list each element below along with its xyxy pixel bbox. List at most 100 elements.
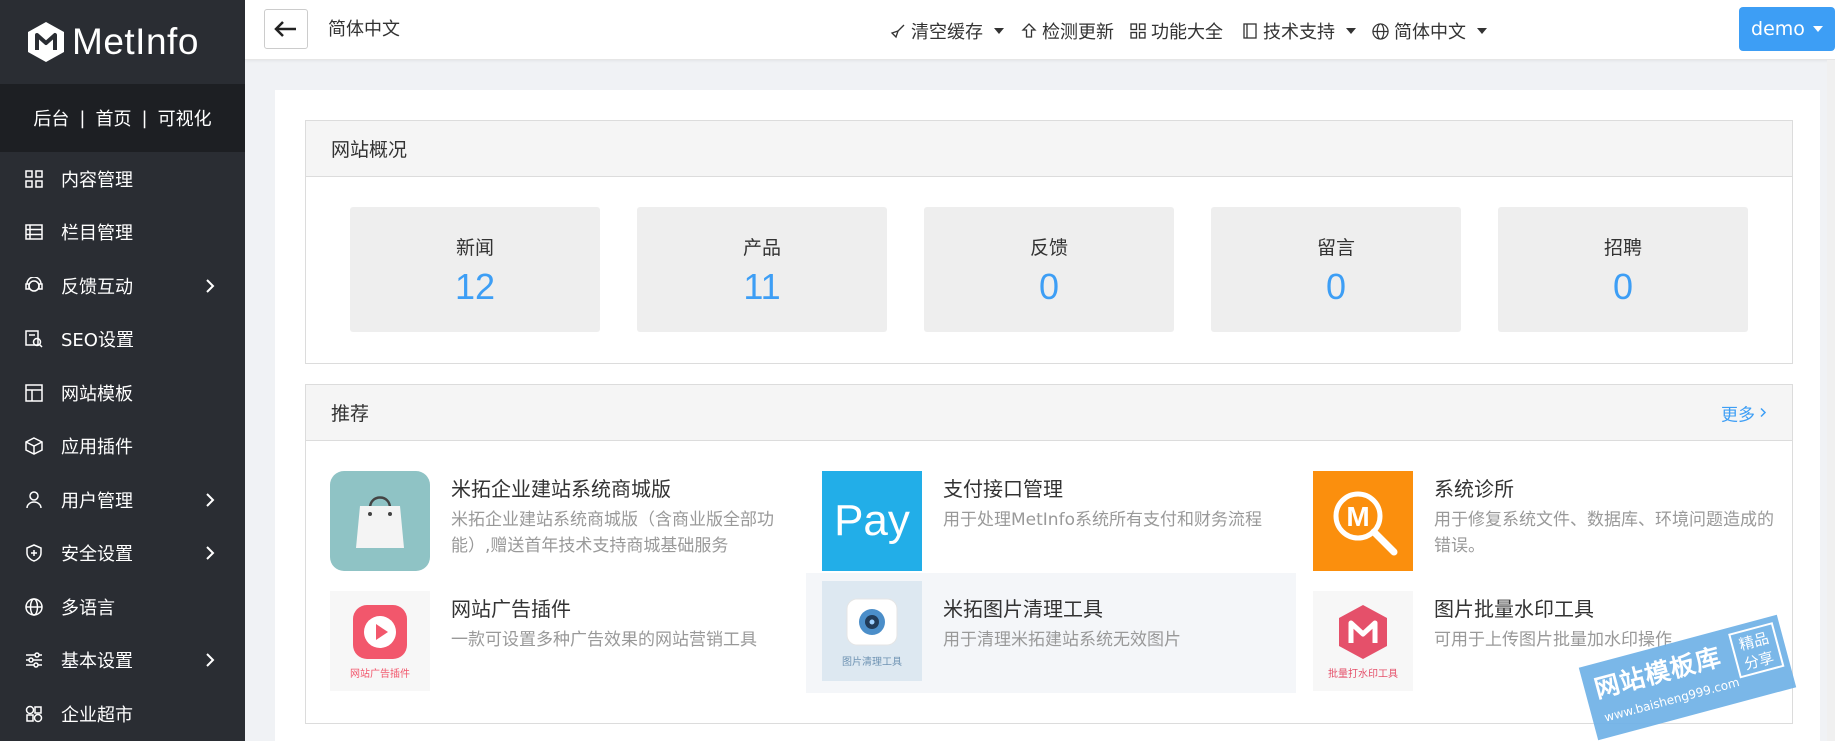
chevron-right-icon [1760, 407, 1767, 418]
sidebar-item-label: 内容管理 [61, 169, 133, 191]
recommend-grid: 米拓企业建站系统商城版 米拓企业建站系统商城版（含商业版全部功能）,赠送首年技术… [306, 441, 1792, 723]
user-menu-button[interactable]: demo [1739, 7, 1835, 51]
chevron-right-icon [206, 279, 215, 293]
sidebar-item-store[interactable]: 企业超市 [0, 687, 245, 741]
more-link[interactable]: 更多 [1721, 400, 1767, 425]
recommend-header: 推荐 更多 [306, 385, 1792, 441]
chevron-right-icon [206, 546, 215, 560]
watermark-tag: 精品 分享 [1728, 622, 1785, 679]
sidebar-item-plugins[interactable]: 应用插件 [0, 420, 245, 474]
arrow-left-icon [274, 21, 296, 37]
camera-icon: 图片清理工具 [822, 581, 922, 681]
grid-icon [24, 169, 44, 189]
icon-caption: 图片清理工具 [842, 656, 902, 668]
recommend-title: 系统诊所 [1434, 477, 1514, 501]
separator: | [141, 107, 148, 129]
page-title: 简体中文 [328, 19, 400, 40]
recommend-title: 网站广告插件 [451, 597, 571, 621]
recommend-desc: 用于处理MetInfo系统所有支付和财务流程 [943, 510, 1262, 530]
clear-cache-menu[interactable]: 清空缓存 [890, 18, 1004, 44]
overview-panel: 网站概况 新闻 12 产品 11 反馈 0 留言 0 招聘 0 [305, 120, 1793, 364]
tech-support-menu[interactable]: 技术支持 [1242, 18, 1356, 44]
cube-icon [24, 436, 44, 456]
stat-label: 招聘 [1603, 237, 1642, 259]
globe-icon [24, 597, 44, 617]
list-icon [24, 222, 44, 242]
stat-value: 0 [1325, 266, 1347, 307]
sidebar-item-users[interactable]: 用户管理 [0, 473, 245, 527]
recommend-title: 推荐 [331, 403, 370, 425]
stat-card-products[interactable]: 产品 11 [637, 207, 887, 332]
back-button[interactable] [264, 9, 308, 49]
stat-label: 产品 [742, 237, 781, 259]
stat-label: 新闻 [455, 237, 494, 259]
sidebar-item-label: 反馈互动 [61, 276, 133, 298]
caret-down-icon [1477, 28, 1487, 34]
pay-icon: Pay [822, 471, 922, 571]
sidebar-item-language[interactable]: 多语言 [0, 580, 245, 634]
sidebar-item-seo[interactable]: SEO设置 [0, 313, 245, 367]
magnifier-letter: M [1346, 501, 1369, 532]
stat-value: 0 [1612, 266, 1634, 307]
sidebar-item-columns[interactable]: 栏目管理 [0, 206, 245, 260]
overview-title: 网站概况 [306, 121, 1792, 177]
arrow-up-icon [1021, 23, 1037, 38]
broom-icon [890, 24, 905, 39]
recommend-item[interactable]: M 系统诊所 用于修复系统文件、数据库、环境问题造成的错误。 [1313, 463, 1803, 583]
stat-label: 留言 [1316, 237, 1355, 259]
top-header: 简体中文 清空缓存 检测更新 功能大全 技术支持 简体中文 demo [245, 0, 1835, 60]
check-update-label: 检测更新 [1042, 22, 1114, 43]
recommend-item[interactable]: 网站广告插件 网站广告插件 一款可设置多种广告效果的网站营销工具 [330, 583, 820, 703]
icon-caption: 网站广告插件 [350, 668, 410, 680]
scrollbar[interactable] [1827, 60, 1835, 741]
stat-label: 反馈 [1029, 237, 1068, 259]
sidebar-item-content[interactable]: 内容管理 [0, 152, 245, 206]
icon-caption: 批量打水印工具 [1328, 668, 1398, 680]
recommend-item[interactable]: 图片清理工具 米拓图片清理工具 用于清理米拓建站系统无效图片 [806, 573, 1296, 693]
main-content: 网站概况 新闻 12 产品 11 反馈 0 留言 0 招聘 0 推荐 更多 米拓… [275, 90, 1820, 741]
recommend-title: 米拓图片清理工具 [943, 597, 1103, 621]
recommend-item[interactable]: 米拓企业建站系统商城版 米拓企业建站系统商城版（含商业版全部功能）,赠送首年技术… [330, 463, 820, 583]
seo-icon [24, 329, 44, 349]
stat-card-jobs[interactable]: 招聘 0 [1498, 207, 1748, 332]
stat-card-news[interactable]: 新闻 12 [350, 207, 600, 332]
feedback-icon [24, 276, 44, 296]
clear-cache-label: 清空缓存 [911, 22, 983, 43]
visual-link[interactable]: 可视化 [158, 105, 212, 131]
template-icon [24, 383, 44, 403]
backend-link[interactable]: 后台 [33, 105, 69, 131]
recommend-item[interactable]: Pay 支付接口管理 用于处理MetInfo系统所有支付和财务流程 [822, 463, 1312, 583]
features-button[interactable]: 功能大全 [1130, 18, 1223, 44]
shopping-bag-icon [330, 471, 430, 571]
sidebar-item-label: 企业超市 [61, 704, 133, 726]
sliders-icon [24, 650, 44, 670]
home-link[interactable]: 首页 [96, 105, 132, 131]
language-menu[interactable]: 简体中文 [1372, 18, 1487, 44]
user-icon [24, 490, 44, 510]
globe-icon [1372, 22, 1389, 40]
sidebar-item-label: 多语言 [61, 597, 115, 619]
sidebar-item-label: 网站模板 [61, 383, 133, 405]
stat-card-feedback[interactable]: 反馈 0 [924, 207, 1174, 332]
cube-m-icon: 批量打水印工具 [1313, 591, 1413, 691]
grid-icon [1130, 23, 1146, 39]
store-icon [24, 704, 44, 724]
play-icon: 网站广告插件 [330, 591, 430, 691]
stat-row: 新闻 12 产品 11 反馈 0 留言 0 招聘 0 [306, 177, 1792, 363]
sidebar-item-template[interactable]: 网站模板 [0, 366, 245, 420]
sidebar-item-feedback[interactable]: 反馈互动 [0, 259, 245, 313]
user-name: demo [1751, 18, 1805, 40]
check-update-button[interactable]: 检测更新 [1021, 18, 1114, 44]
sidebar-nav: 内容管理 栏目管理 反馈互动 SEO设置 网站模板 应用插件 用户管理 安全设置… [0, 152, 245, 741]
shield-icon [24, 543, 44, 563]
language-label: 简体中文 [1394, 22, 1466, 43]
sidebar-item-settings[interactable]: 基本设置 [0, 634, 245, 688]
recommend-panel: 推荐 更多 米拓企业建站系统商城版 米拓企业建站系统商城版（含商业版全部功能）,… [305, 384, 1793, 724]
stat-card-messages[interactable]: 留言 0 [1211, 207, 1461, 332]
recommend-title: 支付接口管理 [943, 477, 1063, 501]
logo[interactable]: MetInfo [0, 0, 245, 84]
caret-down-icon [1812, 26, 1823, 32]
sidebar-item-security[interactable]: 安全设置 [0, 527, 245, 581]
chevron-right-icon [206, 493, 215, 507]
sidebar-item-label: 基本设置 [61, 651, 133, 673]
